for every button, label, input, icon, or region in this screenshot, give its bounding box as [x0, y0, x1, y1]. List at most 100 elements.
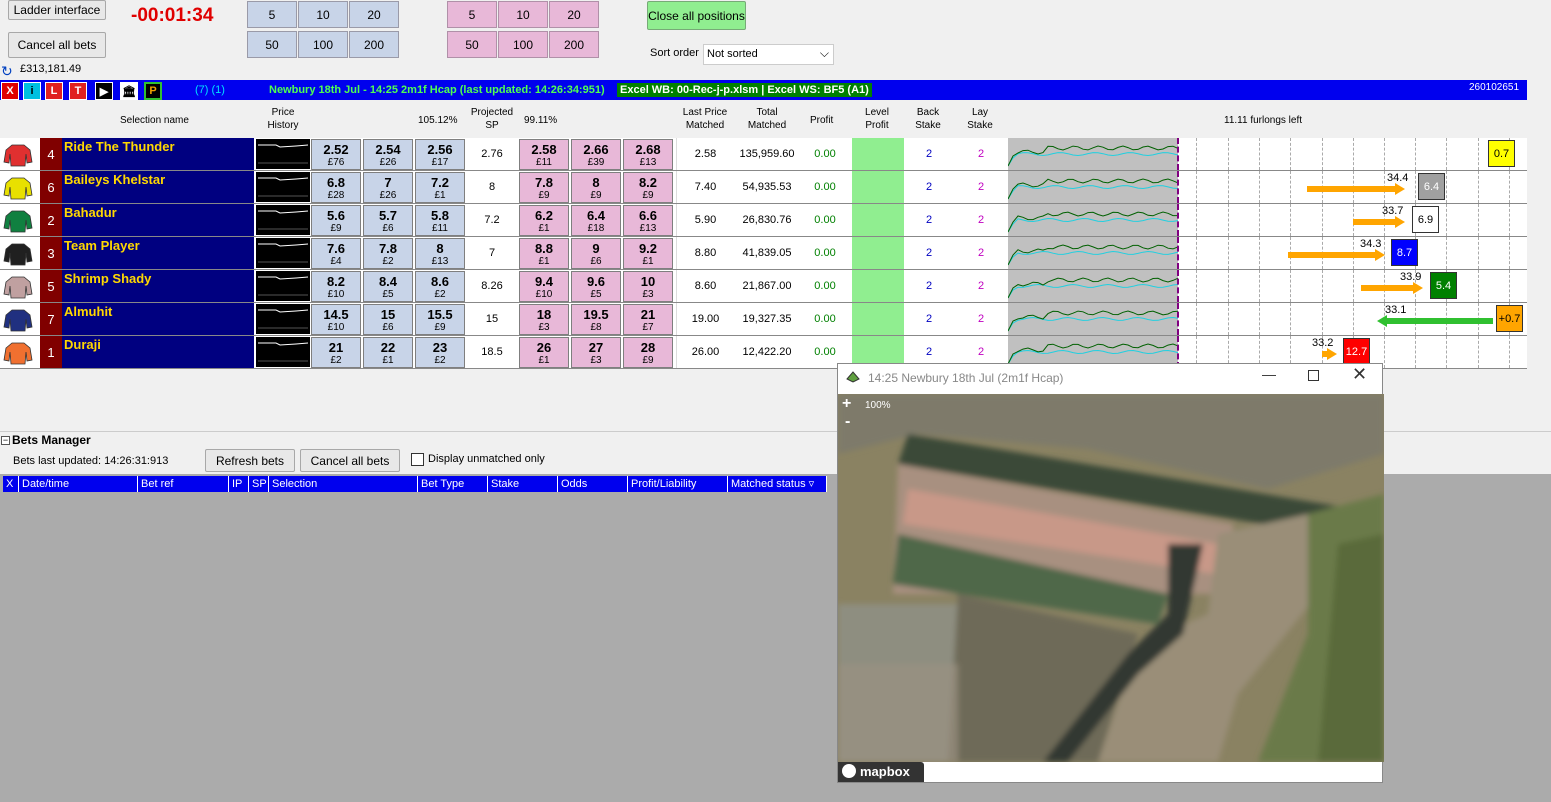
lay-price-cell[interactable]: 2.66 £39: [571, 139, 621, 170]
price-history-sparkline[interactable]: [256, 172, 310, 202]
price-history-sparkline[interactable]: [256, 337, 310, 367]
zoom-in-button[interactable]: +: [842, 395, 851, 413]
refresh-bets-button[interactable]: Refresh bets: [205, 449, 295, 472]
lay-price-cell[interactable]: 9.6 £5: [571, 271, 621, 302]
selection-name[interactable]: Ride The Thunder: [62, 138, 254, 170]
lay-price-cell[interactable]: 6.4 £18: [571, 205, 621, 236]
collapse-icon[interactable]: −: [1, 436, 10, 445]
back-price-cell[interactable]: 6.8 £28: [311, 172, 361, 203]
selection-name[interactable]: Baileys Khelstar: [62, 171, 254, 203]
lay-stake-button[interactable]: 5: [447, 1, 497, 28]
lay-price-cell[interactable]: 6.2 £1: [519, 205, 569, 236]
building-icon[interactable]: 🏛: [120, 82, 138, 100]
back-stake-button[interactable]: 50: [247, 31, 297, 58]
refresh-icon[interactable]: ↻: [1, 63, 13, 80]
back-stake[interactable]: 2: [904, 303, 954, 335]
lay-price-cell[interactable]: 21 £7: [623, 304, 673, 335]
maximize-button[interactable]: [1308, 370, 1319, 381]
price-history-sparkline[interactable]: [256, 238, 310, 268]
level-profit-cell[interactable]: [852, 204, 904, 236]
back-stake-button[interactable]: 20: [349, 1, 399, 28]
lay-stake-button[interactable]: 100: [498, 31, 548, 58]
level-profit-cell[interactable]: [852, 171, 904, 203]
back-price-cell[interactable]: 8.2 £10: [311, 271, 361, 302]
back-price-cell[interactable]: 5.8 £11: [415, 205, 465, 236]
satellite-map[interactable]: [838, 394, 1384, 762]
level-profit-cell[interactable]: [852, 303, 904, 335]
play-icon[interactable]: ▶: [95, 82, 113, 100]
lay-stake[interactable]: 2: [956, 303, 1006, 335]
lay-price-cell[interactable]: 9 £6: [571, 238, 621, 269]
back-price-cell[interactable]: 7.2 £1: [415, 172, 465, 203]
level-profit-cell[interactable]: [852, 270, 904, 302]
back-stake[interactable]: 2: [904, 204, 954, 236]
selection-name[interactable]: Duraji: [62, 336, 254, 368]
back-price-cell[interactable]: 8 £13: [415, 238, 465, 269]
back-price-cell[interactable]: 15.5 £9: [415, 304, 465, 335]
back-price-cell[interactable]: 7.6 £4: [311, 238, 361, 269]
bets-column-header[interactable]: Bet ref: [138, 476, 229, 492]
lay-stake-button[interactable]: 10: [498, 1, 548, 28]
lay-price-cell[interactable]: 19.5 £8: [571, 304, 621, 335]
lay-price-cell[interactable]: 9.4 £10: [519, 271, 569, 302]
back-price-cell[interactable]: 8.6 £2: [415, 271, 465, 302]
selection-name[interactable]: Bahadur: [62, 204, 254, 236]
lay-stake[interactable]: 2: [956, 204, 1006, 236]
lay-price-cell[interactable]: 7.8 £9: [519, 172, 569, 203]
lay-price-cell[interactable]: 28 £9: [623, 337, 673, 368]
bets-column-header[interactable]: Stake: [488, 476, 558, 492]
cancel-all-bets-button[interactable]: Cancel all bets: [8, 32, 106, 58]
back-price-cell[interactable]: 2.52 £76: [311, 139, 361, 170]
bets-column-header[interactable]: Profit/Liability: [628, 476, 728, 492]
back-price-cell[interactable]: 15 £6: [363, 304, 413, 335]
bets-column-header[interactable]: X: [3, 476, 19, 492]
back-stake[interactable]: 2: [904, 138, 954, 170]
back-price-cell[interactable]: 22 £1: [363, 337, 413, 368]
minimize-button[interactable]: —: [1262, 366, 1276, 382]
back-stake[interactable]: 2: [904, 237, 954, 269]
bets-column-header[interactable]: Bet Type: [418, 476, 488, 492]
lay-stake[interactable]: 2: [956, 270, 1006, 302]
lay-stake[interactable]: 2: [956, 171, 1006, 203]
bets-column-header[interactable]: IP: [229, 476, 249, 492]
close-all-positions-button[interactable]: Close all positions: [647, 1, 746, 30]
back-price-cell[interactable]: 2.54 £26: [363, 139, 413, 170]
unmatched-only-checkbox[interactable]: [411, 453, 424, 466]
price-history-sparkline[interactable]: [256, 271, 310, 301]
back-stake[interactable]: 2: [904, 171, 954, 203]
selection-name[interactable]: Team Player: [62, 237, 254, 269]
bets-column-header[interactable]: Odds: [558, 476, 628, 492]
sort-order-select[interactable]: Not sorted ⌵: [703, 44, 834, 65]
tp-icon[interactable]: P: [144, 82, 162, 100]
back-stake-button[interactable]: 10: [298, 1, 348, 28]
price-history-sparkline[interactable]: [256, 304, 310, 334]
lay-stake-button[interactable]: 200: [549, 31, 599, 58]
close-market-icon[interactable]: X: [1, 82, 19, 100]
zoom-out-button[interactable]: -: [845, 413, 850, 431]
ladder-interface-button[interactable]: Ladder interface: [8, 0, 106, 20]
lay-price-cell[interactable]: 27 £3: [571, 337, 621, 368]
back-price-cell[interactable]: 14.5 £10: [311, 304, 361, 335]
lay-price-cell[interactable]: 2.68 £13: [623, 139, 673, 170]
selection-name[interactable]: Shrimp Shady: [62, 270, 254, 302]
ladder-icon[interactable]: L: [45, 82, 63, 100]
back-price-cell[interactable]: 21 £2: [311, 337, 361, 368]
back-stake-button[interactable]: 5: [247, 1, 297, 28]
back-price-cell[interactable]: 2.56 £17: [415, 139, 465, 170]
back-stake-button[interactable]: 200: [349, 31, 399, 58]
back-price-cell[interactable]: 5.7 £6: [363, 205, 413, 236]
bets-column-header[interactable]: Selection: [269, 476, 418, 492]
lay-stake-button[interactable]: 20: [549, 1, 599, 28]
lay-stake[interactable]: 2: [956, 138, 1006, 170]
lay-price-cell[interactable]: 10 £3: [623, 271, 673, 302]
lay-stake[interactable]: 2: [956, 237, 1006, 269]
bets-column-header[interactable]: Matched status ▿: [728, 476, 827, 492]
back-price-cell[interactable]: 8.4 £5: [363, 271, 413, 302]
back-stake[interactable]: 2: [904, 270, 954, 302]
lay-price-cell[interactable]: 18 £3: [519, 304, 569, 335]
level-profit-cell[interactable]: [852, 138, 904, 170]
back-price-cell[interactable]: 23 £2: [415, 337, 465, 368]
level-profit-cell[interactable]: [852, 237, 904, 269]
bets-column-header[interactable]: SP: [249, 476, 269, 492]
tpd-icon[interactable]: T: [69, 82, 87, 100]
